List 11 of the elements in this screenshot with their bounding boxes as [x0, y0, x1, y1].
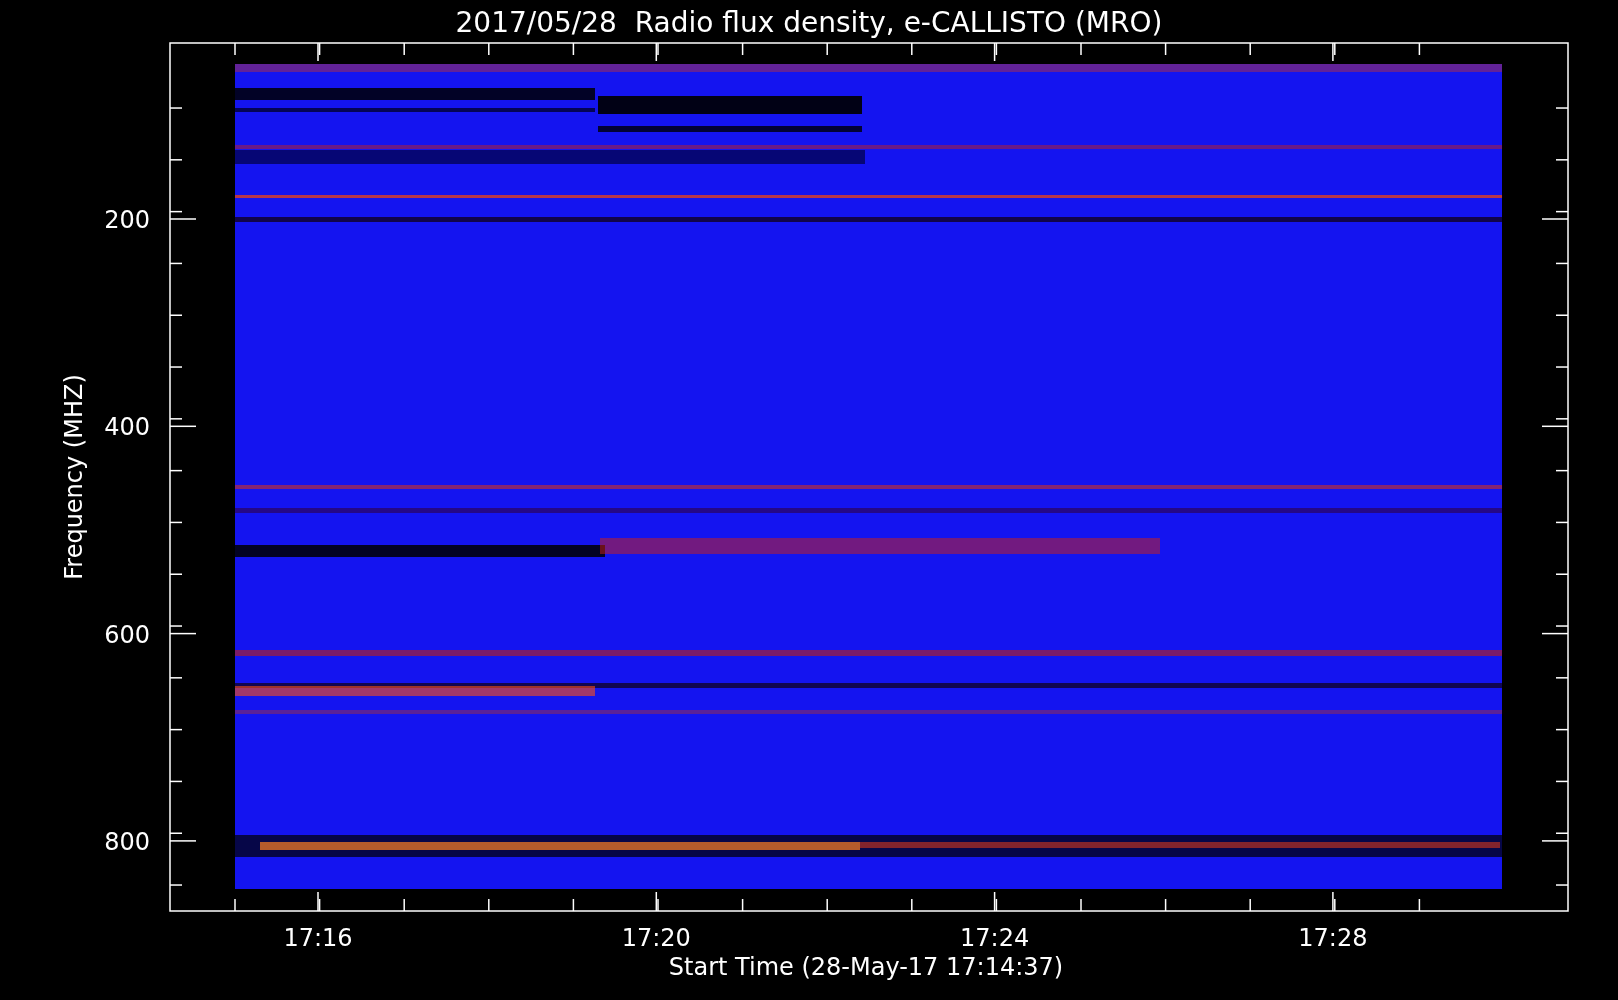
axis-label: Frequency (MHZ) — [60, 374, 88, 580]
tick-label: 17:28 — [1298, 924, 1368, 952]
tick-label: 17:24 — [960, 924, 1030, 952]
chart-title: 2017/05/28 Radio flux density, e-CALLISTO (MRO) — [455, 6, 1163, 39]
axis-label: Start Time (28-May-17 17:14:37) — [668, 953, 1064, 981]
tick-label: 17:16 — [283, 924, 353, 952]
tick-label: 400 — [104, 413, 150, 442]
tick-label: 600 — [104, 620, 150, 649]
tick-label: 800 — [104, 827, 150, 856]
tick-label: 17:20 — [621, 924, 691, 952]
tick-label: 200 — [104, 206, 150, 234]
